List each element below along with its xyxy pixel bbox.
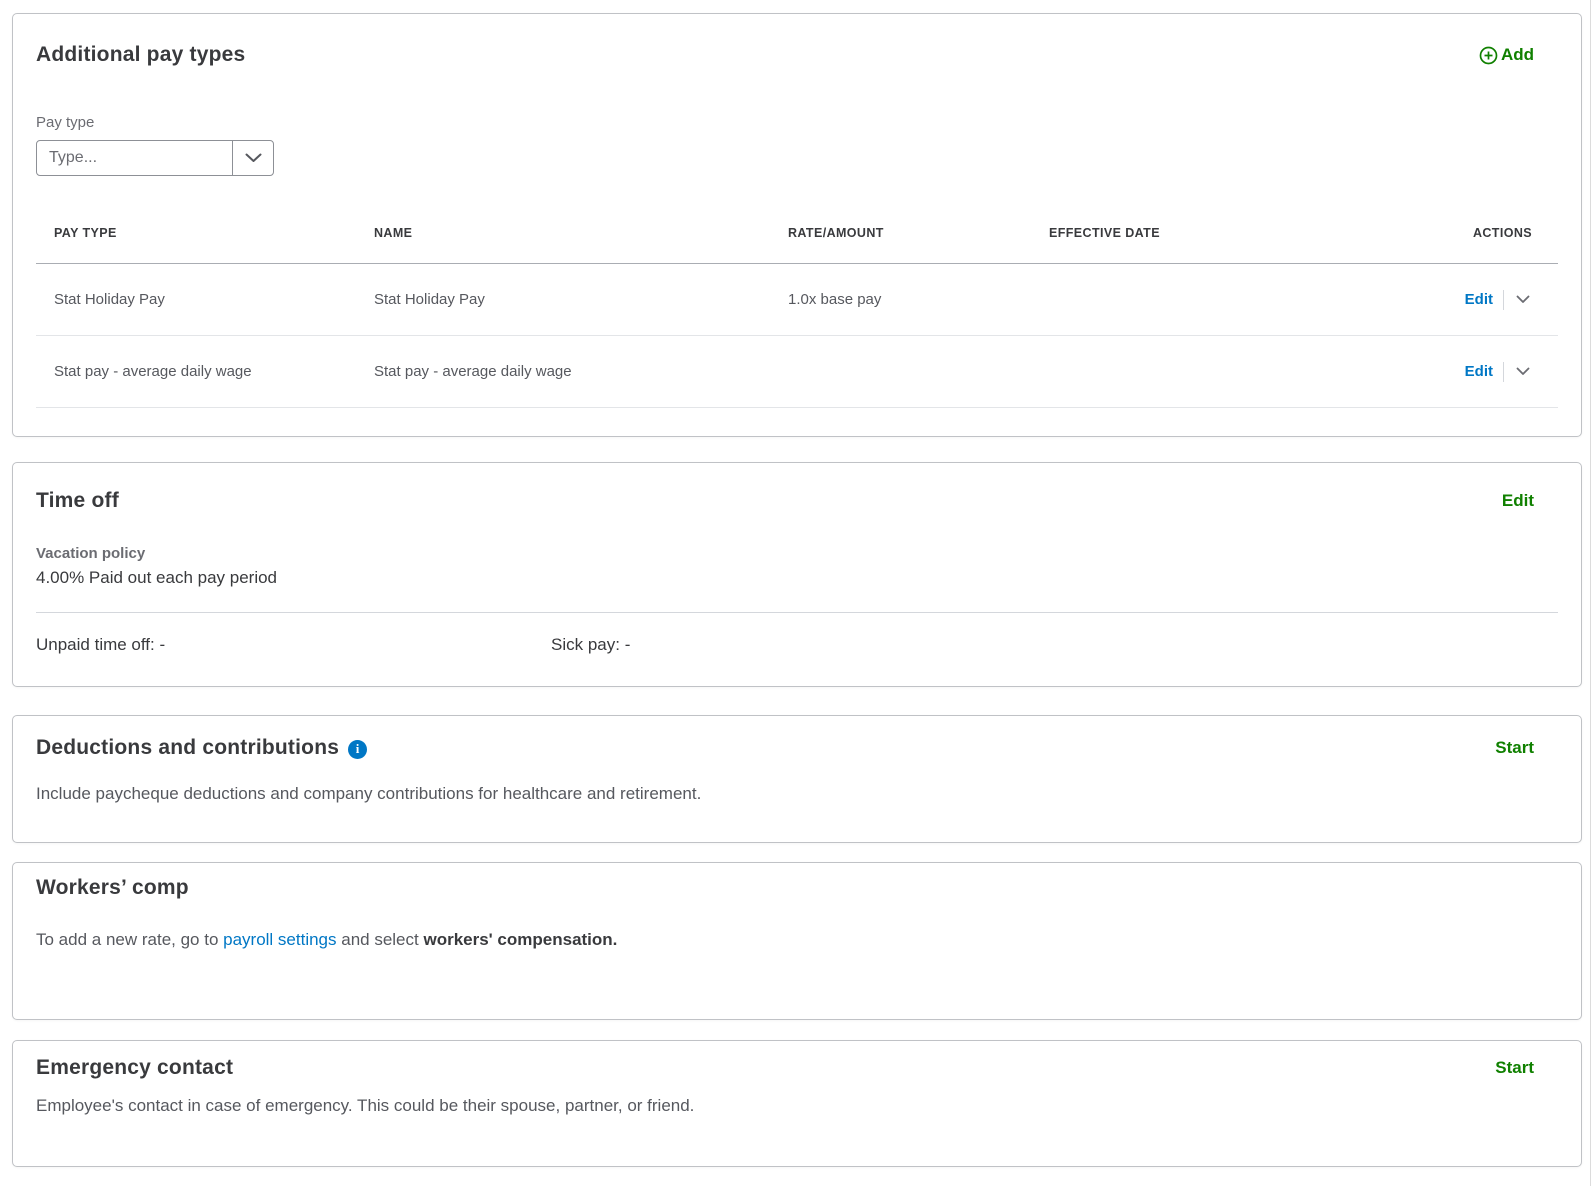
workers-comp-text: To add a new rate, go to payroll setting… — [36, 930, 1558, 950]
cell-pay-type: Stat pay - average daily wage — [36, 363, 374, 380]
emergency-contact-card: Emergency contact Start Employee's conta… — [12, 1040, 1582, 1167]
column-header-name: NAME — [374, 226, 788, 240]
emergency-contact-title: Emergency contact — [36, 1056, 233, 1080]
divider — [36, 612, 1558, 613]
pay-types-table: PAY TYPE NAME RATE/AMOUNT EFFECTIVE DATE… — [36, 226, 1558, 408]
cell-name: Stat Holiday Pay — [374, 291, 788, 308]
pay-type-label: Pay type — [36, 114, 1558, 131]
chevron-down-icon — [245, 153, 262, 163]
chevron-down-icon — [1516, 367, 1530, 376]
plus-circle-icon — [1479, 46, 1498, 65]
edit-time-off-button[interactable]: Edit — [1502, 491, 1534, 511]
column-header-actions: ACTIONS — [1460, 226, 1558, 240]
workers-compensation-bold-text: workers' compensation. — [423, 930, 617, 949]
table-row: Stat Holiday Pay Stat Holiday Pay 1.0x b… — [36, 264, 1558, 336]
edit-pay-type-link[interactable]: Edit — [1465, 363, 1493, 380]
cell-name: Stat pay - average daily wage — [374, 363, 788, 380]
pay-type-input[interactable] — [37, 141, 232, 175]
start-emergency-contact-button[interactable]: Start — [1495, 1058, 1534, 1078]
cell-rate-amount: 1.0x base pay — [788, 291, 1049, 308]
action-separator — [1503, 290, 1504, 310]
column-header-effective-date: EFFECTIVE DATE — [1049, 226, 1460, 240]
emergency-contact-description: Employee's contact in case of emergency.… — [36, 1096, 1558, 1116]
window-edge-line — [1590, 0, 1591, 1186]
time-off-card: Time off Edit Vacation policy 4.00% Paid… — [12, 462, 1582, 687]
vacation-policy-label: Vacation policy — [36, 545, 1558, 562]
workers-comp-card: Workers’ comp To add a new rate, go to p… — [12, 862, 1582, 1020]
pay-type-dropdown[interactable] — [36, 140, 274, 176]
workers-comp-text-before: To add a new rate, go to — [36, 930, 223, 949]
add-label: Add — [1501, 45, 1534, 65]
vacation-policy-value: 4.00% Paid out each pay period — [36, 568, 1558, 588]
workers-comp-text-middle: and select — [337, 930, 424, 949]
additional-pay-types-title: Additional pay types — [36, 43, 245, 67]
table-row: Stat pay - average daily wage Stat pay -… — [36, 336, 1558, 408]
action-separator — [1503, 362, 1504, 382]
unpaid-time-off-value: Unpaid time off: - — [36, 635, 551, 655]
deductions-description: Include paycheque deductions and company… — [36, 784, 1558, 804]
row-actions-menu-button[interactable] — [1514, 365, 1532, 378]
pay-type-dropdown-toggle[interactable] — [232, 141, 273, 175]
sick-pay-value: Sick pay: - — [551, 635, 630, 655]
add-pay-type-button[interactable]: Add — [1479, 45, 1534, 65]
workers-comp-title: Workers’ comp — [36, 876, 189, 900]
chevron-down-icon — [1516, 295, 1530, 304]
column-header-pay-type: PAY TYPE — [36, 226, 374, 240]
cell-pay-type: Stat Holiday Pay — [36, 291, 374, 308]
additional-pay-types-card: Additional pay types Add Pay type PAY TY… — [12, 13, 1582, 437]
payroll-settings-link[interactable]: payroll settings — [223, 930, 336, 949]
employee-pay-profile: Additional pay types Add Pay type PAY TY… — [12, 0, 1582, 1167]
deductions-contributions-card: Deductions and contributions i Start Inc… — [12, 715, 1582, 843]
info-icon[interactable]: i — [348, 740, 367, 759]
time-off-title: Time off — [36, 489, 119, 513]
table-header-row: PAY TYPE NAME RATE/AMOUNT EFFECTIVE DATE… — [36, 226, 1558, 264]
start-deductions-button[interactable]: Start — [1495, 738, 1534, 758]
row-actions-menu-button[interactable] — [1514, 293, 1532, 306]
column-header-rate-amount: RATE/AMOUNT — [788, 226, 1049, 240]
deductions-title: Deductions and contributions — [36, 736, 339, 760]
edit-pay-type-link[interactable]: Edit — [1465, 291, 1493, 308]
